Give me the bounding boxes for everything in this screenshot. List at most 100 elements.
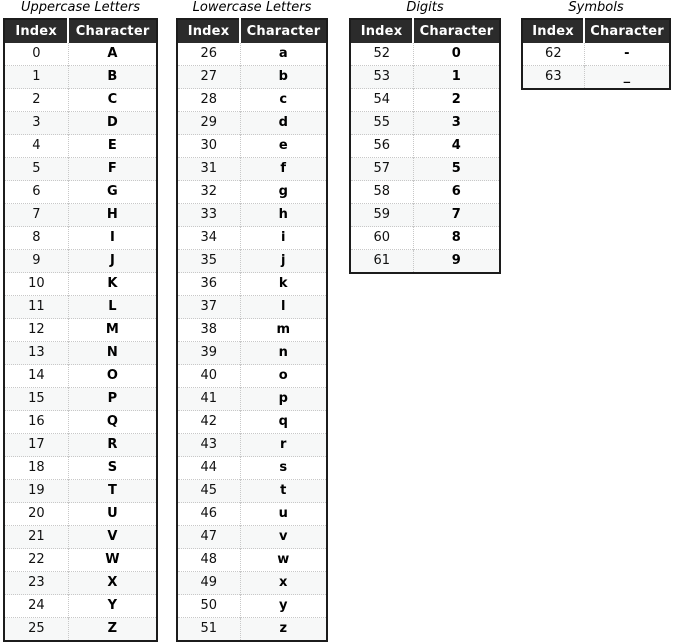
- cell-character: X: [68, 571, 157, 595]
- cell-index: 29: [177, 111, 241, 135]
- table-row: 35 j: [177, 249, 327, 273]
- cell-index: 2: [4, 88, 69, 112]
- cell-character: i: [240, 226, 327, 250]
- column-header-character: Character: [584, 19, 670, 43]
- table-title-digits: Digits: [406, 0, 444, 15]
- table-row: 7H: [4, 203, 157, 227]
- cell-character: 1: [413, 65, 500, 89]
- cell-index: 18: [4, 456, 69, 480]
- charmap-table-uppercase: Index Character 0 A 1 B 2 C 3 D 4 E 5 F 6 G 7 H 8 I 9 J 10 K 1…: [3, 18, 158, 642]
- table-body-digits: 52 0 53 1 54 2 55 3 56 4 57 5 58 6 59 7 60 8 61 9: [350, 43, 500, 273]
- cell-index: 17: [4, 433, 69, 457]
- cell-character: m: [240, 318, 327, 342]
- table-row: 50 y: [177, 594, 327, 618]
- cell-character: M: [68, 318, 157, 342]
- column-header-index: Index: [177, 19, 241, 43]
- table-row: 27 b: [177, 65, 327, 89]
- cell-character: r: [240, 433, 327, 457]
- table-row: 58 6: [350, 180, 500, 204]
- cell-character: W: [68, 548, 157, 572]
- column-header-character: Character: [68, 19, 157, 43]
- table-row: 45 t: [177, 479, 327, 503]
- cell-character: g: [240, 180, 327, 204]
- table-row: 22 W: [4, 548, 157, 572]
- cell-index: 32: [177, 180, 241, 204]
- table-row: 31 f: [177, 157, 327, 181]
- table-header-row: Index Character: [4, 19, 157, 43]
- table-row: 1B: [4, 65, 157, 89]
- cell-character: J: [68, 249, 157, 273]
- cell-character: 5: [413, 157, 500, 181]
- cell-character: Z: [68, 617, 157, 641]
- cell-character: -: [584, 43, 670, 66]
- cell-character: z: [240, 617, 327, 641]
- cell-character: j: [240, 249, 327, 273]
- cell-index: 52: [350, 43, 414, 66]
- table-body-lowercase: 26 a 27 b 28 c 29 d 30 e 31 f 32 g 33 h 34 i 35 j 36 k 37 l 38 m 3…: [177, 43, 327, 641]
- table-body-symbols: 62-63 _: [522, 43, 670, 89]
- cell-character: P: [68, 387, 157, 411]
- cell-character: f: [240, 157, 327, 181]
- table-header-row: Index Character: [522, 19, 670, 43]
- cell-index: 6: [4, 180, 69, 204]
- table-row: 37 l: [177, 295, 327, 319]
- table-row: 8I: [4, 226, 157, 250]
- cell-character: 0: [413, 43, 500, 66]
- table-row: 12 M: [4, 318, 157, 342]
- cell-index: 56: [350, 134, 414, 158]
- cell-index: 61: [350, 249, 414, 273]
- cell-index: 45: [177, 479, 241, 503]
- table-row: 56 4: [350, 134, 500, 158]
- cell-index: 14: [4, 364, 69, 388]
- table-row: 46 u: [177, 502, 327, 526]
- cell-index: 9: [4, 249, 69, 273]
- table-row: 59 7: [350, 203, 500, 227]
- table-row: 60 8: [350, 226, 500, 250]
- cell-index: 51: [177, 617, 241, 641]
- cell-character: A: [68, 43, 157, 66]
- cell-character: o: [240, 364, 327, 388]
- cell-index: 44: [177, 456, 241, 480]
- table-row: 24 Y: [4, 594, 157, 618]
- cell-index: 41: [177, 387, 241, 411]
- table-row: 13 N: [4, 341, 157, 365]
- cell-character: n: [240, 341, 327, 365]
- table-row: 5F: [4, 157, 157, 181]
- cell-character: s: [240, 456, 327, 480]
- cell-index: 31: [177, 157, 241, 181]
- column-header-character: Character: [413, 19, 500, 43]
- cell-index: 54: [350, 88, 414, 112]
- table-row: 23 X: [4, 571, 157, 595]
- table-row: 54 2: [350, 88, 500, 112]
- cell-index: 26: [177, 43, 241, 66]
- cell-index: 0: [4, 43, 69, 66]
- cell-character: C: [68, 88, 157, 112]
- cell-index: 34: [177, 226, 241, 250]
- table-block-symbols: Symbols Index Character 62-63 _: [521, 0, 671, 90]
- cell-index: 43: [177, 433, 241, 457]
- cell-index: 37: [177, 295, 241, 319]
- table-title-uppercase: Uppercase Letters: [21, 0, 140, 15]
- table-row: 16 Q: [4, 410, 157, 434]
- table-row: 17 R: [4, 433, 157, 457]
- cell-index: 55: [350, 111, 414, 135]
- cell-character: L: [68, 295, 157, 319]
- cell-index: 12: [4, 318, 69, 342]
- cell-index: 27: [177, 65, 241, 89]
- table-header-row: Index Character: [350, 19, 500, 43]
- cell-index: 19: [4, 479, 69, 503]
- cell-index: 39: [177, 341, 241, 365]
- cell-character: v: [240, 525, 327, 549]
- cell-character: _: [584, 65, 670, 89]
- column-header-index: Index: [4, 19, 70, 43]
- cell-character: E: [68, 134, 157, 158]
- cell-index: 21: [4, 525, 69, 549]
- cell-character: D: [68, 111, 157, 135]
- table-row: 32 g: [177, 180, 327, 204]
- cell-index: 47: [177, 525, 241, 549]
- charmap-board: Uppercase Letters Index Character 0A1B2C…: [0, 0, 680, 642]
- table-row: 25 Z: [4, 617, 157, 641]
- cell-character: K: [68, 272, 157, 296]
- cell-character: 6: [413, 180, 500, 204]
- cell-character: B: [68, 65, 157, 89]
